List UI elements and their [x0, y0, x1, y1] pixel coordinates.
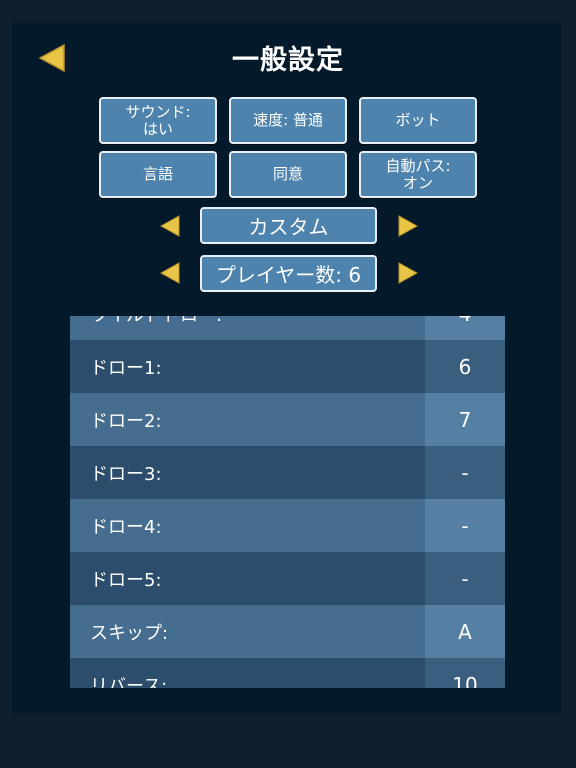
bot-button-label: ボット	[395, 111, 441, 129]
page-title: 一般設定	[232, 45, 344, 76]
mode-next-arrow-icon[interactable]	[398, 215, 418, 237]
table-row[interactable]: スキップ: A	[70, 605, 505, 658]
bot-button[interactable]: ボット	[359, 97, 477, 144]
table-row[interactable]: ドロー1: 6	[70, 340, 505, 393]
rule-name: リバース:	[70, 658, 425, 688]
players-next-arrow-icon[interactable]	[398, 262, 418, 284]
players-selector[interactable]: プレイヤー数: 6	[200, 255, 377, 292]
mode-selector[interactable]: カスタム	[200, 207, 377, 244]
table-row[interactable]: ドロー5: -	[70, 552, 505, 605]
language-button-label: 言語	[142, 165, 173, 183]
speed-button[interactable]: 速度: 普通	[229, 97, 347, 144]
rule-name: ドロー2:	[70, 393, 425, 446]
table-row[interactable]: ドロー3: -	[70, 446, 505, 499]
players-selector-label: プレイヤー数: 6	[215, 263, 362, 287]
language-button[interactable]: 言語	[99, 151, 217, 198]
rule-value[interactable]: 10	[425, 658, 505, 688]
rule-value[interactable]: -	[425, 499, 505, 552]
mode-prev-arrow-icon[interactable]	[160, 215, 180, 237]
players-prev-arrow-icon[interactable]	[160, 262, 180, 284]
table-row[interactable]: ワイルドドロー: 4	[70, 316, 505, 340]
autopass-button-label: 自動パス: オン	[385, 156, 451, 192]
rule-name: ドロー5:	[70, 552, 425, 605]
sound-button-label: サウンド: はい	[125, 102, 191, 138]
speed-button-label: 速度: 普通	[253, 111, 323, 129]
sound-button[interactable]: サウンド: はい	[99, 97, 217, 144]
mode-selector-label: カスタム	[248, 215, 329, 239]
rule-name: スキップ:	[70, 605, 425, 658]
rule-name: ドロー4:	[70, 499, 425, 552]
table-row[interactable]: リバース: 10	[70, 658, 505, 688]
rule-value[interactable]: 4	[425, 316, 505, 340]
rule-value[interactable]: -	[425, 446, 505, 499]
autopass-button[interactable]: 自動パス: オン	[359, 151, 477, 198]
rule-name: ドロー1:	[70, 340, 425, 393]
rules-table[interactable]: ワイルドドロー: 4 ドロー1: 6 ドロー2: 7 ドロー3: - ドロー4:…	[70, 316, 505, 688]
rule-name: ドロー3:	[70, 446, 425, 499]
rule-value[interactable]: 6	[425, 340, 505, 393]
rule-value[interactable]: -	[425, 552, 505, 605]
table-row[interactable]: ドロー4: -	[70, 499, 505, 552]
rule-value[interactable]: 7	[425, 393, 505, 446]
consent-button[interactable]: 同意	[229, 151, 347, 198]
rule-value[interactable]: A	[425, 605, 505, 658]
table-row[interactable]: ドロー2: 7	[70, 393, 505, 446]
rule-name: ワイルドドロー:	[70, 316, 425, 340]
consent-button-label: 同意	[272, 165, 303, 183]
